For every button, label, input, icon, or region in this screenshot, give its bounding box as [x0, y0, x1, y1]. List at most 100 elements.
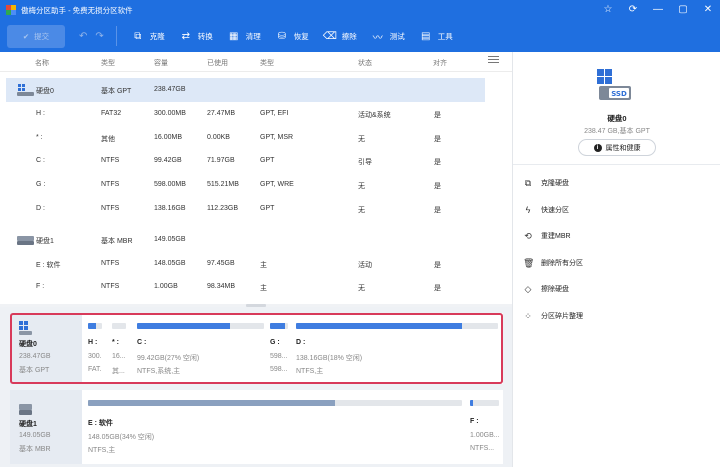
cell-status: 无	[358, 136, 365, 143]
toolbar-divider	[115, 26, 117, 46]
table-header: 名称 类型 容量 已使用 类型 状态 对齐	[0, 52, 512, 72]
cell-type: NTFS	[101, 205, 120, 212]
right-panel: SSD 硬盘0 238.47 GB,基本 GPT i 属性和健康 ⧉ 克隆硬盘 …	[512, 52, 720, 467]
cell-used: 27.47MB	[207, 110, 236, 117]
op-defrag[interactable]: ⁘ 分区碎片整理	[523, 309, 583, 323]
col-align[interactable]: 对齐	[433, 58, 447, 68]
clone-button[interactable]: ⧉ 克隆	[131, 30, 165, 42]
cell-fs: GPT, WRE	[260, 181, 294, 188]
trash-icon: 🗑	[523, 258, 535, 268]
clone-icon: ⧉	[134, 30, 142, 42]
disk-icon	[19, 404, 32, 415]
partition-block[interactable]: F : 1.00GB... NTFS...	[470, 390, 499, 464]
col-status[interactable]: 状态	[358, 58, 372, 68]
cell-status: 引导	[358, 159, 372, 166]
wipe-icon: ⌫	[322, 30, 337, 42]
cell-align: 是	[434, 207, 441, 214]
cell-type: 其他	[101, 136, 115, 143]
cell-type: FAT32	[101, 110, 122, 117]
cell-status: 活动	[358, 262, 372, 269]
convert-icon: ⇄	[181, 30, 190, 42]
cell-status: 无	[358, 183, 365, 190]
cell-used: 112.23GB	[207, 205, 239, 212]
test-button[interactable]: 〰 测试	[371, 30, 405, 44]
eraser-icon: ◇	[524, 284, 532, 294]
commit-button[interactable]: ✔ 提交	[7, 24, 65, 48]
cell-status: 无	[358, 207, 365, 214]
table-row[interactable]: C : NTFS 99.42GB 71.97GB GPT 引导 是	[6, 149, 485, 173]
table-row[interactable]: F : NTFS 1.00GB 98.34MB 主 无 是	[6, 275, 485, 299]
disk-row[interactable]: 硬盘0 基本 GPT 238.47GB	[6, 78, 485, 102]
recover-button[interactable]: ⛁ 恢复	[275, 30, 309, 42]
cell-capacity: 138.16GB	[154, 205, 186, 212]
cell-capacity: 238.47GB	[154, 86, 186, 93]
op-clone-disk[interactable]: ⧉ 克隆硬盘	[523, 176, 569, 190]
col-type[interactable]: 类型	[101, 58, 115, 68]
op-wipe-disk[interactable]: ◇ 擦除硬盘	[523, 282, 569, 296]
undo-icon[interactable]: ↶	[79, 31, 87, 42]
partition-label: F :	[470, 418, 479, 425]
star-icon[interactable]: ☆	[602, 5, 614, 15]
cell-fs: GPT, EFI	[260, 110, 289, 117]
cell-type: NTFS	[101, 181, 120, 188]
rebuild-icon: ⟲	[524, 231, 532, 241]
disk-card-1[interactable]: 硬盘1 149.05GB 基本 MBR E : 软件 148.05GB(34% 空…	[10, 390, 503, 464]
disk-summary[interactable]: 硬盘1 149.05GB 基本 MBR	[10, 390, 82, 464]
refresh-icon[interactable]: ⟳	[627, 5, 639, 15]
op-delete-all-partitions[interactable]: 🗑 删除所有分区	[523, 256, 583, 270]
disk-icon	[17, 236, 34, 245]
window-title: 傲梅分区助手 - 免费无损分区软件	[21, 5, 133, 15]
wipe-button[interactable]: ⌫ 擦除	[323, 30, 357, 42]
col-name[interactable]: 名称	[35, 58, 49, 68]
table-row[interactable]: D : NTFS 138.16GB 112.23GB GPT 无 是	[6, 197, 485, 221]
table-row[interactable]: H : FAT32 300.00MB 27.47MB GPT, EFI 活动&系统 是	[6, 102, 485, 126]
cell-align: 是	[434, 285, 441, 292]
cell-capacity: 149.05GB	[154, 236, 186, 243]
cell-capacity: 300.00MB	[154, 110, 186, 117]
table-row[interactable]: E : 软件 NTFS 148.05GB 97.45GB 主 活动 是	[6, 252, 485, 276]
col-used[interactable]: 已使用	[207, 58, 228, 68]
partition-fs: NTFS...	[470, 445, 495, 452]
cell-fs: 主	[260, 262, 267, 269]
table-row[interactable]: G : NTFS 598.00MB 515.21MB GPT, WRE 无 是	[6, 173, 485, 197]
cell-fs: GPT	[260, 205, 275, 212]
cell-type: 基本 MBR	[101, 238, 133, 245]
cell-align: 是	[434, 262, 441, 269]
table-scrollbar[interactable]	[504, 52, 512, 304]
cell-capacity: 99.42GB	[154, 157, 182, 164]
maximize-icon[interactable]: ▢	[677, 5, 689, 15]
col-capacity[interactable]: 容量	[154, 58, 168, 68]
convert-button[interactable]: ⇄ 转换	[179, 30, 213, 42]
table-row[interactable]: * : 其他 16.00MB 0.00KB GPT, MSR 无 是	[6, 126, 485, 150]
cell-align: 是	[434, 112, 441, 119]
cell-fs: 主	[260, 285, 267, 292]
cell-name: D :	[36, 205, 45, 212]
cell-name: H :	[36, 110, 45, 117]
tools-button[interactable]: ▤ 工具	[419, 30, 453, 42]
column-settings-icon[interactable]	[488, 56, 499, 66]
minimize-icon[interactable]: —	[652, 5, 664, 15]
cell-used: 515.21MB	[207, 181, 239, 188]
panel-divider	[513, 164, 720, 165]
defrag-icon: ⁘	[524, 311, 532, 321]
cell-type: 基本 GPT	[101, 88, 132, 95]
partition-block[interactable]: E : 软件 148.05GB(34% 空闲) NTFS,主	[88, 390, 462, 464]
redo-icon[interactable]: ↷	[95, 31, 103, 42]
op-rebuild-mbr[interactable]: ⟲ 重建MBR	[523, 229, 570, 243]
cell-capacity: 16.00MB	[154, 134, 183, 141]
op-quick-partition[interactable]: ϟ 快速分区	[523, 203, 569, 217]
close-icon[interactable]: ✕	[702, 5, 714, 15]
col-fs[interactable]: 类型	[260, 58, 274, 68]
disk-row[interactable]: 硬盘1 基本 MBR 149.05GB	[6, 228, 485, 252]
lightning-icon: ϟ	[525, 205, 531, 215]
tools-icon: ▤	[421, 30, 431, 42]
cell-name: 硬盘1	[36, 238, 54, 245]
cell-capacity: 1.00GB	[154, 283, 178, 290]
properties-health-button[interactable]: i 属性和健康	[578, 139, 656, 156]
info-icon: i	[593, 143, 602, 152]
cell-name: C :	[36, 157, 45, 164]
clean-button[interactable]: ▦ 清理	[227, 30, 261, 42]
title-bar: 傲梅分区助手 - 免费无损分区软件 ☆ ⟳ — ▢ ✕	[0, 0, 720, 20]
usage-bar	[88, 400, 462, 406]
cell-name: G :	[36, 181, 46, 188]
